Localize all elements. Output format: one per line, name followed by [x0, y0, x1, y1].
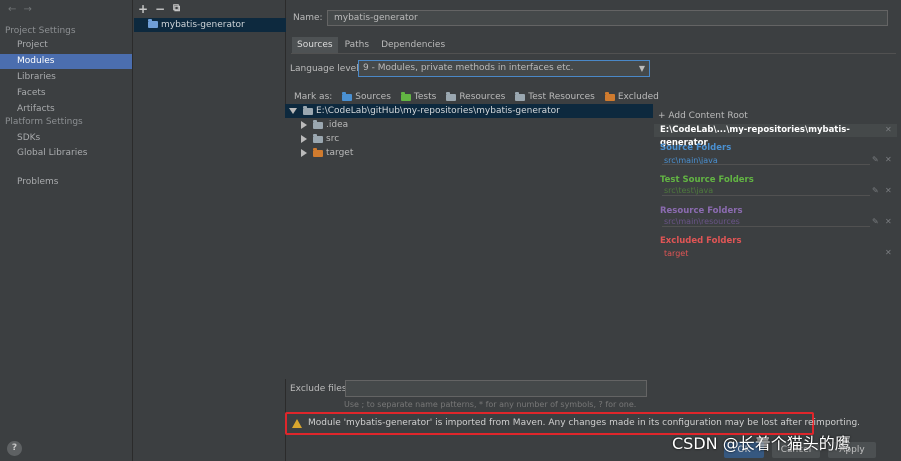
source-folders-heading: Source Folders	[660, 143, 732, 153]
mark-as-toolbar: Mark as: Sources Tests Resources Test Re…	[294, 91, 659, 102]
mark-tests-button[interactable]: Tests	[400, 91, 437, 102]
edit-icon[interactable]: ✎	[872, 217, 879, 226]
language-level-select[interactable]: 9 - Modules, private methods in interfac…	[358, 60, 650, 77]
excluded-folder-icon	[604, 91, 615, 101]
tree-row-idea[interactable]: .idea	[285, 118, 653, 132]
exclude-files-input[interactable]	[345, 380, 647, 397]
mark-sources-button[interactable]: Sources	[342, 91, 391, 102]
remove-root-icon[interactable]: ✕	[885, 125, 892, 134]
content-root-path: E:\CodeLab\...\my-repositories\mybatis-g…	[654, 124, 897, 148]
tree-row-target[interactable]: target	[285, 146, 653, 160]
collapse-arrow-icon[interactable]	[301, 135, 307, 143]
edit-icon[interactable]: ✎	[872, 155, 879, 164]
test-folder-path: src\test\java	[664, 186, 714, 195]
mark-excluded-button[interactable]: Excluded	[604, 91, 659, 102]
csdn-watermark: CSDN @长着个猫头的鹰	[672, 434, 851, 453]
tree-row-root[interactable]: E:\CodeLab\gitHub\my-repositories\mybati…	[285, 104, 653, 118]
tree-item-label: src	[326, 134, 340, 144]
nav-arrows[interactable]: ← →	[8, 4, 34, 15]
mark-test-resources-label: Test Resources	[528, 92, 595, 102]
mark-resources-button[interactable]: Resources	[446, 91, 506, 102]
maven-warning: Module 'mybatis-generator' is imported f…	[292, 418, 860, 428]
chevron-down-icon: ▼	[638, 64, 645, 73]
tests-folder-icon	[400, 91, 411, 101]
edit-icon[interactable]: ✎	[872, 186, 879, 195]
module-item-mybatis-generator[interactable]: mybatis-generator	[134, 18, 286, 32]
collapse-arrow-icon[interactable]	[301, 149, 307, 157]
test-resources-folder-icon	[515, 91, 526, 101]
sidebar-item-facets[interactable]: Facets	[0, 86, 132, 101]
sidebar-item-global-libraries[interactable]: Global Libraries	[0, 146, 132, 161]
module-folder-icon	[148, 19, 158, 28]
remove-icon[interactable]: ✕	[885, 155, 892, 164]
language-level-label: Language level:	[290, 64, 362, 74]
warning-text: Module 'mybatis-generator' is imported f…	[308, 418, 861, 428]
folder-icon	[313, 133, 323, 143]
name-label: Name:	[293, 13, 323, 23]
divider	[662, 226, 870, 227]
tab-dependencies[interactable]: Dependencies	[376, 37, 450, 53]
tree-row-src[interactable]: src	[285, 132, 653, 146]
mark-excluded-label: Excluded	[617, 92, 659, 102]
remove-icon[interactable]: ✕	[885, 248, 892, 257]
sidebar-item-artifacts[interactable]: Artifacts	[0, 102, 132, 117]
divider	[662, 164, 870, 165]
section-project-settings: Project Settings	[5, 26, 76, 36]
collapse-arrow-icon[interactable]	[301, 121, 307, 129]
module-list-panel	[133, 0, 286, 461]
add-module-icon[interactable]: +	[138, 2, 148, 16]
mark-as-label: Mark as:	[294, 92, 333, 102]
exclude-hint: Use ; to separate name patterns, * for a…	[344, 400, 637, 409]
sidebar-item-project[interactable]: Project	[0, 38, 132, 53]
tab-sources[interactable]: Sources	[292, 37, 338, 53]
tree-item-label: .idea	[326, 120, 349, 130]
expand-arrow-icon[interactable]	[289, 108, 297, 114]
divider	[662, 195, 870, 196]
module-name-input[interactable]: mybatis-generator	[327, 10, 888, 26]
mark-test-resources-button[interactable]: Test Resources	[515, 91, 595, 102]
tree-root-label: E:\CodeLab\gitHub\my-repositories\mybati…	[316, 106, 560, 116]
remove-module-icon[interactable]: −	[155, 2, 165, 16]
folder-icon	[303, 105, 313, 115]
mark-resources-label: Resources	[459, 92, 506, 102]
exclude-files-label: Exclude files:	[290, 384, 350, 394]
test-folders-heading: Test Source Folders	[660, 175, 754, 185]
add-content-root-button[interactable]: + Add Content Root	[658, 111, 748, 121]
sidebar-item-sdks[interactable]: SDKs	[0, 131, 132, 146]
folder-tree: E:\CodeLab\gitHub\my-repositories\mybati…	[285, 104, 653, 379]
warning-icon	[292, 418, 302, 428]
sources-folder-icon	[342, 91, 353, 101]
tab-paths[interactable]: Paths	[340, 37, 374, 53]
language-level-value: 9 - Modules, private methods in interfac…	[363, 63, 574, 73]
module-tabs: Sources Paths Dependencies	[292, 37, 452, 53]
excluded-folders-heading: Excluded Folders	[660, 236, 742, 246]
help-icon[interactable]: ?	[7, 441, 22, 456]
module-item-label: mybatis-generator	[161, 20, 245, 30]
excluded-folder-icon	[313, 147, 323, 157]
resources-folder-icon	[446, 91, 457, 101]
sidebar-item-problems[interactable]: Problems	[0, 175, 132, 190]
remove-icon[interactable]: ✕	[885, 186, 892, 195]
sidebar-item-modules[interactable]: Modules	[0, 54, 132, 69]
sidebar-item-libraries[interactable]: Libraries	[0, 70, 132, 85]
section-platform-settings: Platform Settings	[5, 117, 83, 127]
excluded-folder-path: target	[664, 249, 689, 258]
mark-sources-label: Sources	[355, 92, 391, 102]
mark-tests-label: Tests	[413, 92, 437, 102]
folder-icon	[313, 119, 323, 129]
copy-module-icon[interactable]: ⧉	[173, 3, 180, 14]
resource-folders-heading: Resource Folders	[660, 206, 743, 216]
resource-folder-path: src\main\resources	[664, 217, 740, 226]
remove-icon[interactable]: ✕	[885, 217, 892, 226]
tab-divider	[291, 53, 896, 54]
tree-item-label: target	[326, 148, 354, 158]
